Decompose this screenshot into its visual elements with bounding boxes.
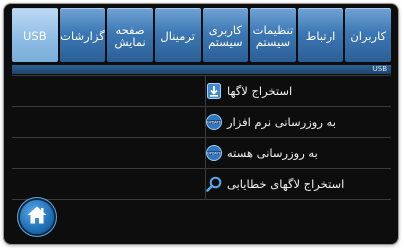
export-logs-button[interactable]: استخراج لاگها (206, 76, 391, 106)
tab-communication[interactable]: ارتباط (297, 8, 344, 62)
home-icon (26, 205, 48, 229)
section-title: USB (372, 65, 387, 73)
tab-display[interactable]: صفحه نمایش (107, 8, 153, 62)
update-kernel-button[interactable]: UPDATE به روزرسانی هسته (206, 138, 391, 168)
update-kernel-label: به روزرسانی هسته (227, 146, 318, 160)
svg-text:UPDATE: UPDATE (207, 120, 222, 124)
usb-actions-grid: استخراج لاگها UPDATE به روزرسانی نرم افز… (12, 75, 391, 200)
tab-usb[interactable]: USB (12, 8, 58, 62)
update-software-button[interactable]: UPDATE به روزرسانی نرم افزار (206, 107, 391, 137)
main-tab-bar: کاربران ارتباط تنظیمات سیستم کاربری سیست… (12, 8, 391, 62)
tab-reports[interactable]: گزارشات (59, 8, 106, 62)
section-header: USB (12, 65, 391, 74)
update-software-icon: UPDATE (206, 114, 222, 130)
export-debug-logs-button[interactable]: استخراج لاگهای خطایابی (206, 169, 391, 199)
list-item: UPDATE به روزرسانی هسته (12, 138, 391, 169)
export-logs-label: استخراج لاگها (227, 84, 293, 98)
magnifier-icon (206, 176, 222, 192)
svg-text:UPDATE: UPDATE (207, 151, 222, 155)
home-button[interactable] (20, 200, 54, 234)
download-icon (206, 83, 222, 99)
tab-system-user[interactable]: کاربری سیستم (202, 8, 249, 62)
list-item: UPDATE به روزرسانی نرم افزار (12, 107, 391, 138)
list-item: استخراج لاگها (12, 76, 391, 107)
list-item: استخراج لاگهای خطایابی (12, 169, 391, 200)
tab-terminal[interactable]: ترمینال (154, 8, 201, 62)
export-debug-logs-label: استخراج لاگهای خطایابی (227, 177, 345, 191)
device-screen: کاربران ارتباط تنظیمات سیستم کاربری سیست… (4, 4, 398, 244)
tab-system-settings[interactable]: تنظیمات سیستم (250, 8, 296, 62)
tab-users[interactable]: کاربران (345, 8, 391, 62)
update-software-label: به روزرسانی نرم افزار (227, 115, 336, 129)
update-kernel-icon: UPDATE (206, 145, 222, 161)
